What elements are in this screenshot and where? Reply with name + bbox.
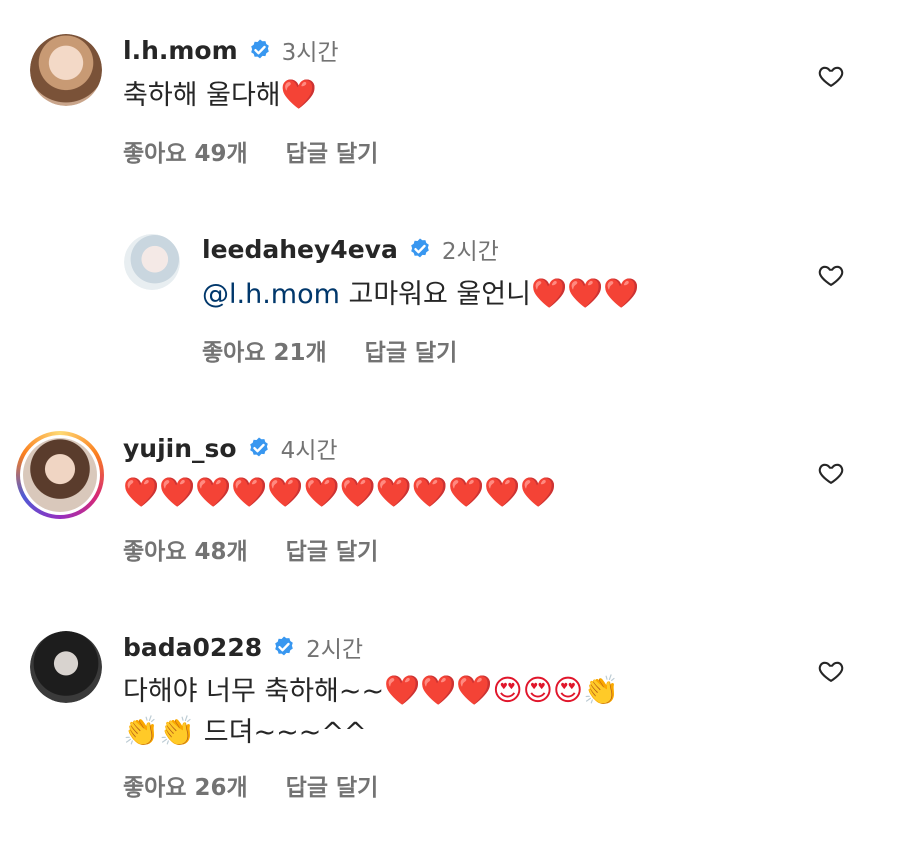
- mention-link[interactable]: @l.h.mom: [202, 279, 340, 310]
- heart-outline-icon[interactable]: [817, 62, 845, 90]
- reply-button[interactable]: 답글 달기: [365, 333, 458, 367]
- heart-emoji: ❤️❤️❤️❤️❤️❤️❤️❤️❤️❤️❤️❤️: [123, 475, 557, 509]
- likes-count[interactable]: 좋아요 26개: [123, 768, 248, 802]
- username[interactable]: yujin_so: [123, 434, 237, 463]
- likes-count[interactable]: 좋아요 21개: [202, 333, 327, 367]
- verified-badge-icon: [250, 39, 269, 59]
- comment-text-part: 다해야 너무 축하해~~: [123, 676, 385, 707]
- username[interactable]: leedahey4eva: [202, 235, 398, 264]
- verified-badge-icon: [275, 636, 293, 656]
- reply-button[interactable]: 답글 달기: [286, 768, 379, 802]
- avatar[interactable]: [124, 234, 180, 290]
- emoji-sequence: ❤️❤️❤️😍😍😍👏: [384, 673, 620, 707]
- comment-timestamp: 4시간: [280, 438, 338, 464]
- verified-badge-icon: [411, 238, 429, 258]
- comment-text-line-2: 👏👏 드뎌~~~^^: [123, 711, 367, 753]
- clap-emoji: 👏👏: [123, 714, 196, 748]
- heart-outline-icon[interactable]: [817, 261, 845, 289]
- reply-button[interactable]: 답글 달기: [286, 532, 379, 566]
- comment-timestamp: 2시간: [306, 637, 364, 663]
- verified-badge-icon: [249, 437, 268, 457]
- comment-text-line-1: 다해야 너무 축하해~~❤️❤️❤️😍😍😍👏: [123, 670, 619, 712]
- likes-count[interactable]: 좋아요 49개: [123, 134, 248, 168]
- comment-text-part: 축하해 울다해: [123, 80, 281, 111]
- heart-outline-icon[interactable]: [817, 657, 845, 685]
- comment-timestamp: 3시간: [281, 40, 339, 66]
- avatar[interactable]: [30, 34, 102, 106]
- heart-outline-icon[interactable]: [817, 459, 845, 487]
- avatar[interactable]: [30, 631, 102, 703]
- comment-text-part: 고마워요 울언니: [339, 279, 531, 310]
- username[interactable]: bada0228: [123, 633, 262, 662]
- username[interactable]: l.h.mom: [123, 36, 238, 65]
- comment-text: @l.h.mom 고마워요 울언니❤️❤️❤️: [202, 273, 639, 315]
- comment-timestamp: 2시간: [441, 239, 499, 265]
- heart-emoji: ❤️❤️❤️: [530, 276, 640, 310]
- avatar-story-ring[interactable]: [16, 431, 104, 519]
- likes-count[interactable]: 좋아요 48개: [123, 532, 248, 566]
- comment-text: ❤️❤️❤️❤️❤️❤️❤️❤️❤️❤️❤️❤️: [123, 472, 556, 514]
- heart-emoji: ❤️: [280, 77, 317, 111]
- comment-text: 축하해 울다해❤️: [123, 74, 317, 116]
- reply-button[interactable]: 답글 달기: [286, 134, 379, 168]
- comment-text-part: 드뎌~~~^^: [195, 717, 367, 748]
